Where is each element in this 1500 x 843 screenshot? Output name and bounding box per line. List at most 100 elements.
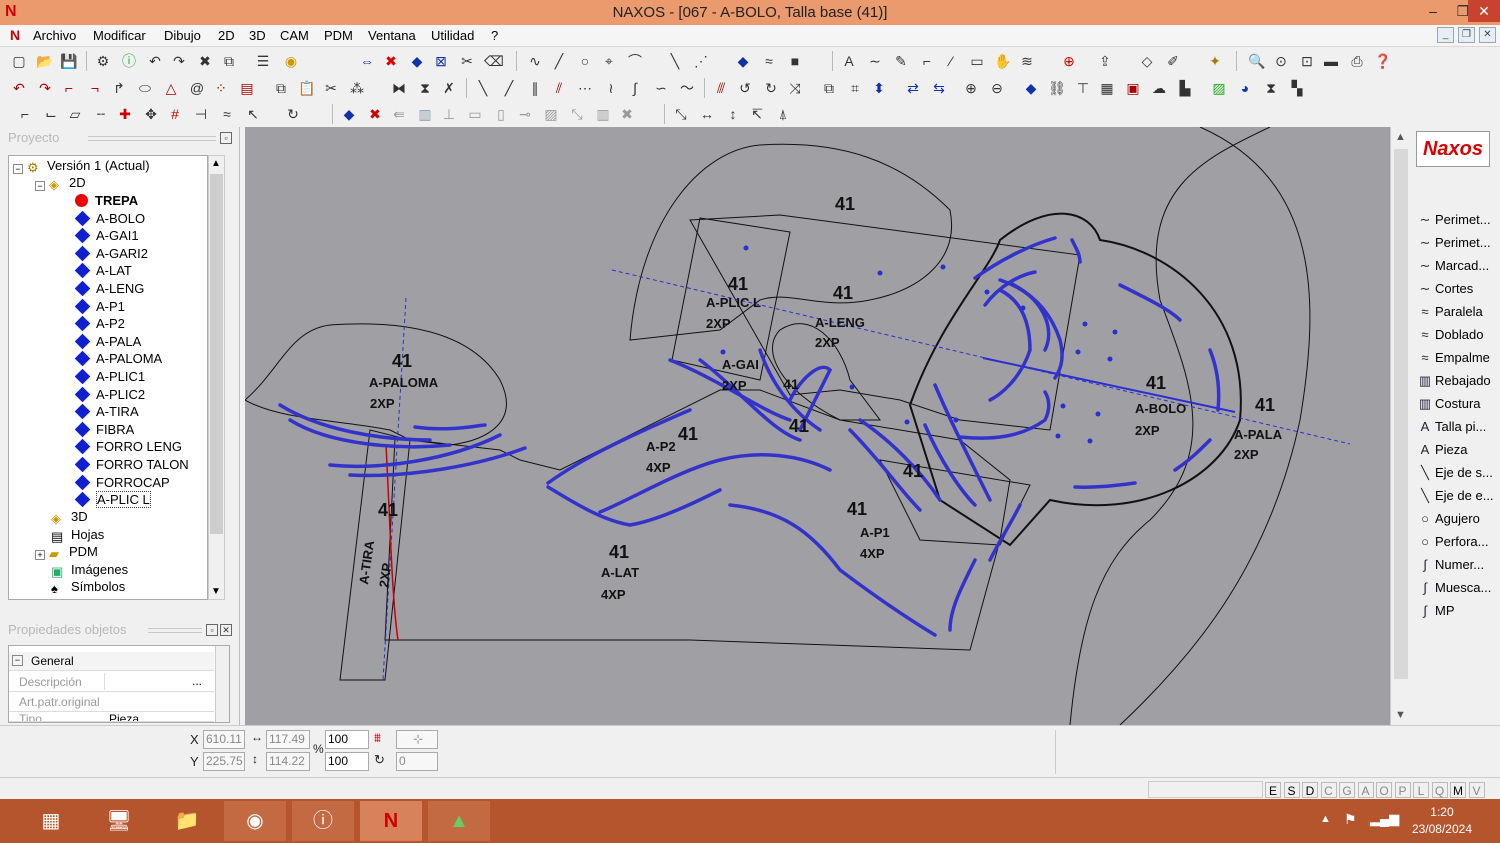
tree-piece-item[interactable]: A-PALOMA <box>74 350 162 367</box>
x-coordinate-field[interactable]: 610.11 <box>203 730 245 749</box>
refresh-icon[interactable]: ↻ <box>284 105 302 123</box>
height-field[interactable]: 114.22 <box>266 752 310 771</box>
tree-piece-item[interactable]: A-GAI1 <box>74 227 139 244</box>
paste-icon[interactable]: 📋 <box>298 79 316 97</box>
arc-tool-icon[interactable]: ↶ <box>10 79 28 97</box>
zoom-out-icon[interactable]: ⊖ <box>988 79 1006 97</box>
tree-piece-item[interactable]: FIBRA <box>74 421 134 438</box>
menu-archivo[interactable]: Archivo <box>33 28 76 43</box>
close-panel-icon[interactable]: ✕ <box>220 624 232 636</box>
status-toggle[interactable]: E <box>1265 782 1281 798</box>
dimension-icon[interactable]: ⤡ <box>672 105 690 123</box>
rotate-icon[interactable]: ◆ <box>408 52 426 70</box>
signal-icon[interactable]: ▂▄▆ <box>1370 811 1399 827</box>
tree-piece-item[interactable]: FORROCAP <box>74 474 170 491</box>
menu-utilidad[interactable]: Utilidad <box>431 28 474 43</box>
tree-piece-item[interactable]: A-PALA <box>74 333 141 350</box>
menu-cam[interactable]: CAM <box>280 28 309 43</box>
tree-piece-item[interactable]: A-BOLO <box>74 210 145 227</box>
menu-modificar[interactable]: Modificar <box>93 28 146 43</box>
property-row[interactable]: Art.patr.original <box>9 693 214 712</box>
move-cross-icon[interactable]: ✥ <box>142 105 160 123</box>
pen-icon[interactable]: ✎ <box>892 52 910 70</box>
rotate-left-icon[interactable]: ↺ <box>736 79 754 97</box>
undo-icon[interactable]: ↶ <box>146 52 164 70</box>
table-icon[interactable]: ▦ <box>1098 79 1116 97</box>
scroll-thumb[interactable] <box>1394 149 1408 679</box>
mdi-minimize-button[interactable]: _ <box>1437 27 1454 43</box>
expand-icon[interactable]: + <box>35 550 45 560</box>
stamp-icon[interactable]: ▙ <box>1176 79 1194 97</box>
tree-piece-item[interactable]: A-LAT <box>74 262 132 279</box>
tray-chevron-icon[interactable]: ▲ <box>1320 813 1331 825</box>
cross-red-icon[interactable]: ✚ <box>116 105 134 123</box>
text-icon[interactable]: A <box>840 52 858 70</box>
tree-node-version[interactable]: − ⚙ Versión 1 (Actual) <box>13 157 150 175</box>
menu-3d[interactable]: 3D <box>249 28 266 43</box>
wave3-icon[interactable]: 〜 <box>678 79 696 97</box>
page-icon[interactable]: ▱ <box>66 105 84 123</box>
tree-node-hojas[interactable]: ▤ Hojas <box>51 526 104 544</box>
grid-icon[interactable]: ▤ <box>238 79 256 97</box>
dim-arc-icon[interactable]: ⍋ <box>774 105 792 123</box>
magic-icon[interactable]: ✦ <box>1206 52 1224 70</box>
tree-piece-item[interactable]: A-TIRA <box>74 403 139 420</box>
disabled-f-icon[interactable]: ⊸ <box>516 105 534 123</box>
cloud-icon[interactable]: ☁ <box>1150 79 1168 97</box>
tool-button[interactable]: ∼ Perimet... <box>1415 209 1497 231</box>
disabled-b-icon[interactable]: ▥ <box>416 105 434 123</box>
transfer-icon[interactable]: ⇄ <box>904 79 922 97</box>
property-row[interactable]: Descripción... <box>9 673 214 692</box>
hook-icon[interactable]: ⌐ <box>918 52 936 70</box>
disabled-i-icon[interactable]: ▥ <box>594 105 612 123</box>
globe-icon[interactable]: ◕ <box>1236 79 1254 97</box>
print-icon[interactable]: ⎙ <box>1348 52 1366 70</box>
triangle-icon[interactable]: △ <box>162 79 180 97</box>
tool-button[interactable]: A Pieza <box>1415 439 1497 461</box>
node-icon[interactable]: ⋰ <box>692 52 710 70</box>
tree-node-pdm[interactable]: + ▰ PDM <box>35 543 98 561</box>
diag-line-icon[interactable]: ╲ <box>474 79 492 97</box>
tool-button[interactable]: ▥ Rebajado <box>1415 370 1497 392</box>
property-row[interactable]: Tipo Pieza <box>9 712 214 722</box>
updown-icon[interactable]: ⬍ <box>870 79 888 97</box>
scroll-up-icon[interactable]: ▲ <box>1395 131 1406 143</box>
scale-y-field[interactable]: 100 <box>325 752 369 771</box>
paint-icon[interactable]: ◉ <box>282 52 300 70</box>
menu-dibujo[interactable]: Dibujo <box>164 28 201 43</box>
corner-line2-icon[interactable]: ⌙ <box>42 105 60 123</box>
close-button[interactable]: ✕ <box>1468 0 1500 22</box>
dim-horizontal-icon[interactable]: ↔ <box>698 105 716 123</box>
pointer-icon[interactable]: ↖ <box>244 105 262 123</box>
piece-nav-icon[interactable]: ◆ <box>1022 79 1040 97</box>
sew2-icon[interactable]: ∫ <box>626 79 644 97</box>
tree-scrollbar[interactable]: ▲ ▼ <box>208 155 225 600</box>
copy-icon[interactable]: ⧉ <box>220 52 238 70</box>
status-toggle[interactable]: D <box>1302 782 1318 798</box>
arc-tool2-icon[interactable]: ↷ <box>36 79 54 97</box>
collapse-icon[interactable]: − <box>12 655 23 666</box>
scroll-down-icon[interactable]: ▼ <box>1395 709 1406 721</box>
dim-vertical-icon[interactable]: ↕ <box>724 105 742 123</box>
green-app-taskbar-icon[interactable]: ▲ <box>428 801 490 841</box>
y-coordinate-field[interactable]: 225.75 <box>203 752 245 771</box>
zoom-in-icon[interactable]: ⊕ <box>962 79 980 97</box>
tool-button[interactable]: ∼ Cortes <box>1415 278 1497 300</box>
nav-left-icon[interactable]: ◆ <box>340 105 358 123</box>
segment-icon[interactable]: ╲ <box>666 52 684 70</box>
wave-icon[interactable]: ≈ <box>760 52 778 70</box>
collapse-icon[interactable]: − <box>13 164 23 174</box>
layers-icon[interactable]: ☰ <box>254 52 272 70</box>
mdi-restore-button[interactable]: ❐ <box>1458 27 1475 43</box>
properties-scrollbar[interactable] <box>215 646 229 722</box>
tool-button[interactable]: ≈ Empalme <box>1415 347 1497 369</box>
tool-button[interactable]: ○ Agujero <box>1415 508 1497 530</box>
export-icon[interactable]: ⇪ <box>1096 52 1114 70</box>
tool-button[interactable]: ▥ Costura <box>1415 393 1497 415</box>
tree-piece-item[interactable]: A-LENG <box>74 280 144 297</box>
dashes-icon[interactable]: ⋯ <box>576 79 594 97</box>
stack2-icon[interactable]: ▚ <box>1288 79 1306 97</box>
tool-button[interactable]: ∫ Muesca... <box>1415 577 1497 599</box>
menu-help[interactable]: ? <box>491 28 498 43</box>
tree-node-simbolos[interactable]: ♠ Símbolos <box>51 578 125 596</box>
